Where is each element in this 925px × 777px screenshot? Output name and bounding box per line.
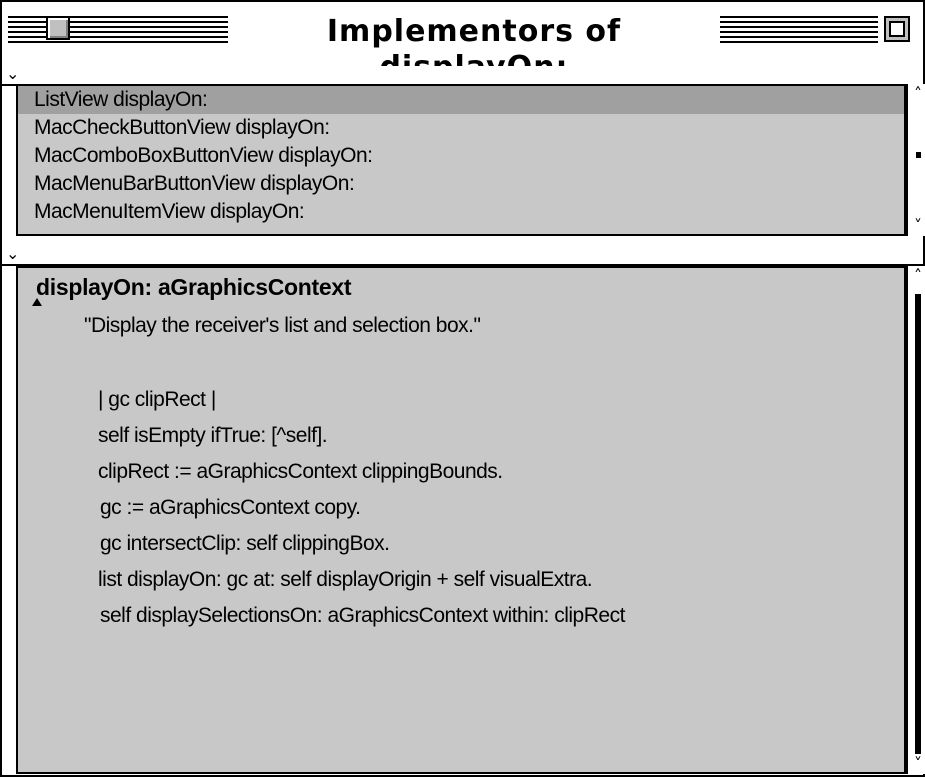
implementors-list[interactable]: ListView displayOn: MacCheckButtonView d… (16, 84, 906, 236)
code-line: list displayOn: gc at: self displayOrigi… (98, 568, 593, 591)
scroll-thumb[interactable] (915, 294, 921, 754)
list-scrollbar[interactable]: ˄ ˅ (906, 84, 925, 236)
list-item-label: MacMenuBarButtonView displayOn: (34, 172, 355, 195)
scroll-up-arrow-icon[interactable]: ˄ (908, 84, 925, 104)
code-pane-menu-chevron-icon[interactable]: ⌄ (6, 246, 19, 262)
list-item[interactable]: MacCheckButtonView displayOn: (18, 114, 904, 142)
code-line: "Display the receiver's list and selecti… (84, 314, 481, 337)
scroll-down-arrow-icon[interactable]: ˅ (908, 216, 925, 236)
window-title: Implementors of displayOn: (234, 14, 714, 85)
list-item-label: MacCheckButtonView displayOn: (34, 116, 330, 139)
list-item-label: MacMenuItemView displayOn: (34, 200, 305, 223)
title-stripes-left (8, 16, 228, 46)
close-box-icon[interactable] (46, 16, 70, 40)
zoom-box-icon[interactable] (884, 16, 910, 42)
title-bar[interactable]: Implementors of displayOn: (2, 2, 923, 85)
list-item-label: ListView displayOn: (34, 88, 208, 111)
list-pane-menu-chevron-icon[interactable]: ⌄ (6, 66, 19, 82)
list-item[interactable]: MacMenuItemView displayOn: (18, 198, 904, 226)
title-stripes-right (720, 16, 878, 46)
code-line: clipRect := aGraphicsContext clippingBou… (98, 460, 503, 483)
code-line: | gc clipRect | (98, 388, 216, 411)
list-pane-menu-bar[interactable]: ⌄ (2, 66, 923, 86)
list-item-label: MacComboBoxButtonView displayOn: (34, 144, 373, 167)
list-item[interactable]: ListView displayOn: (18, 86, 904, 114)
method-signature: displayOn: aGraphicsContext (36, 274, 352, 300)
scroll-up-arrow-icon[interactable]: ˄ (908, 266, 925, 286)
code-line: gc intersectClip: self clippingBox. (100, 532, 390, 555)
code-line: self displaySelectionsOn: aGraphicsConte… (100, 604, 625, 627)
scroll-down-arrow-icon[interactable]: ˅ (908, 754, 925, 774)
code-editor[interactable]: displayOn: aGraphicsContext "Display the… (16, 266, 906, 774)
list-item[interactable]: MacMenuBarButtonView displayOn: (18, 170, 904, 198)
list-item[interactable]: MacComboBoxButtonView displayOn: (18, 142, 904, 170)
code-line: gc := aGraphicsContext copy. (100, 496, 361, 519)
code-line: self isEmpty ifTrue: [^self]. (98, 424, 328, 447)
scroll-thumb[interactable] (916, 152, 921, 158)
code-pane-menu-bar[interactable]: ⌄ (2, 246, 923, 266)
code-scrollbar[interactable]: ˄ ˅ (906, 266, 925, 774)
implementors-window: Implementors of displayOn: ⌄ ListView di… (0, 0, 925, 777)
